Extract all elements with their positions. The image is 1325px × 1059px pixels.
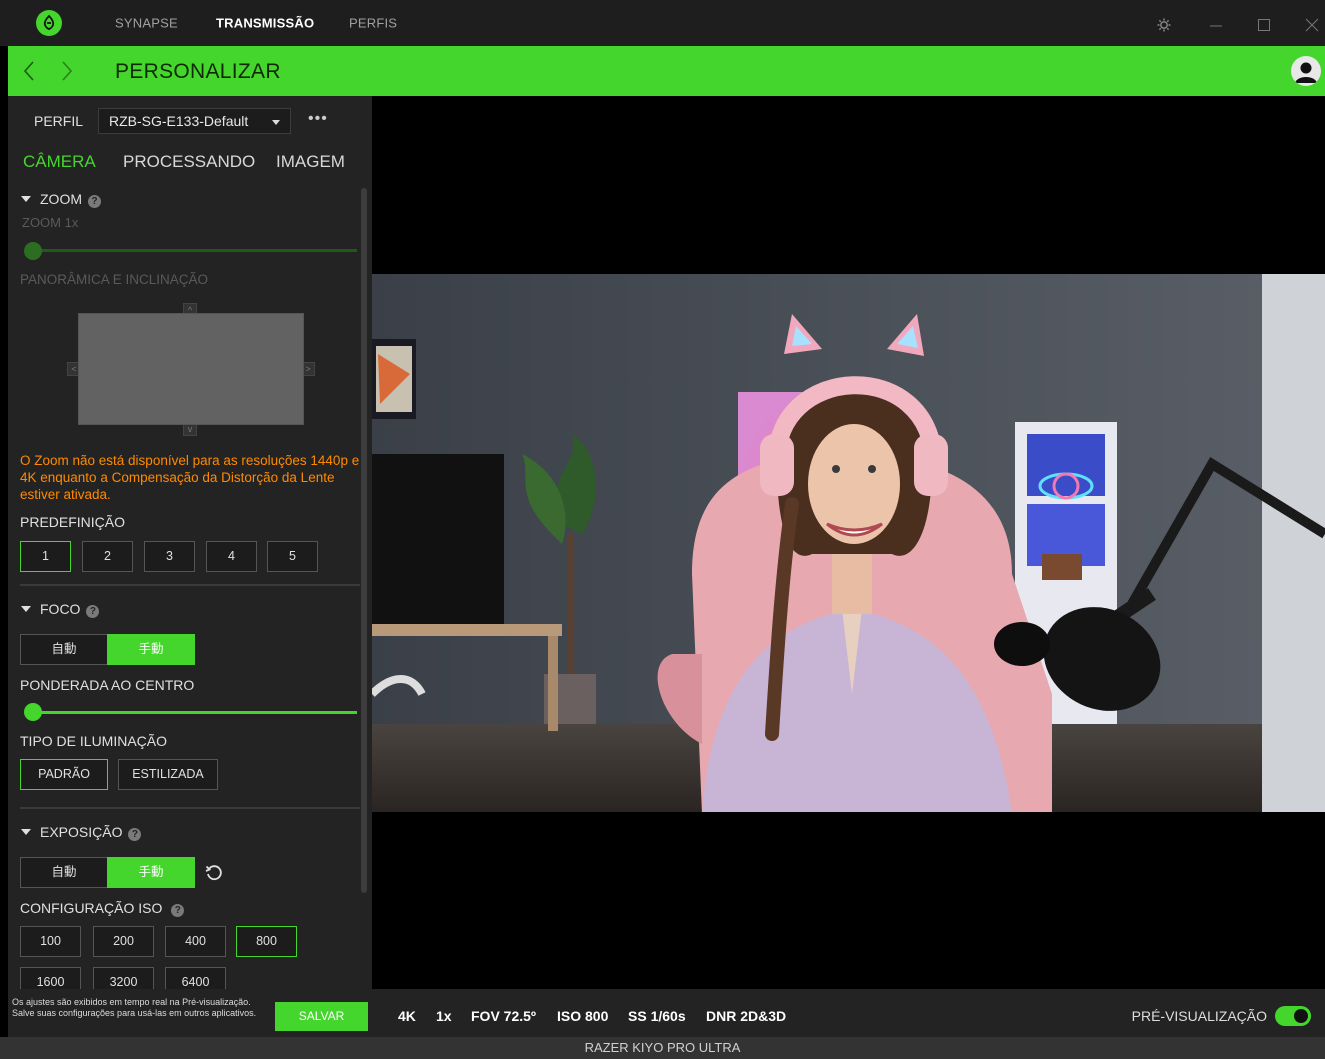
- back-icon[interactable]: [22, 59, 36, 83]
- reset-icon[interactable]: [205, 864, 223, 882]
- center-weighted-label: PONDERADA AO CENTRO: [20, 677, 195, 693]
- iso-button-100[interactable]: 100: [20, 926, 81, 957]
- pan-tilt-label: PANORÂMICA E INCLINAÇÃO: [20, 272, 209, 287]
- razer-logo-icon[interactable]: [36, 10, 62, 36]
- iso-button-6400[interactable]: 6400: [165, 967, 226, 989]
- profile-label: PERFIL: [34, 113, 84, 129]
- help-icon[interactable]: ?: [171, 904, 185, 917]
- status-bar: RAZER KIYO PRO ULTRA: [0, 1037, 1325, 1059]
- focus-auto-button[interactable]: 自動: [20, 634, 108, 665]
- nav-transmissao[interactable]: TRANSMISSÃO: [216, 16, 314, 31]
- divider: [20, 584, 360, 586]
- zoom-section-header[interactable]: ZOOM?: [21, 191, 101, 208]
- tab-processing[interactable]: PROCESSANDO: [123, 152, 255, 172]
- resolution-stat: 4K: [398, 1008, 416, 1024]
- lighting-standard-button[interactable]: PADRÃO: [20, 759, 108, 790]
- sidebar-scrollbar[interactable]: [361, 188, 367, 893]
- iso-button-800[interactable]: 800: [236, 926, 297, 957]
- nav-synapse[interactable]: SYNAPSE: [115, 16, 178, 31]
- device-name: RAZER KIYO PRO ULTRA: [584, 1040, 741, 1055]
- lighting-stylized-button[interactable]: ESTILIZADA: [118, 759, 218, 790]
- preview-toggle[interactable]: [1275, 1006, 1311, 1026]
- pan-tilt-area[interactable]: [78, 313, 304, 425]
- zoom-stat: 1x: [436, 1008, 452, 1024]
- camera-preview: [372, 96, 1325, 989]
- lighting-type-label: TIPO DE ILUMINAÇÃO: [20, 733, 168, 749]
- page-title: PERSONALIZAR: [115, 60, 281, 83]
- settings-sidebar: PERFIL RZB-SG-E133-Default ••• CÂMERA PR…: [8, 96, 372, 989]
- preset-button-2[interactable]: 2: [82, 541, 133, 572]
- title-bar: SYNAPSE TRANSMISSÃO PERFIS: [0, 0, 1325, 46]
- collapse-icon: [21, 196, 31, 202]
- zoom-warning: O Zoom não está disponível para as resol…: [20, 453, 360, 502]
- focus-manual-button[interactable]: 手動: [107, 634, 195, 665]
- close-icon[interactable]: [1304, 18, 1320, 32]
- preview-toggle-label: PRÉ-VISUALIZAÇÃO: [1131, 1008, 1267, 1024]
- focus-title: FOCO: [40, 601, 81, 617]
- profile-dropdown-value: RZB-SG-E133-Default: [109, 113, 249, 129]
- focus-slider-track[interactable]: [26, 711, 357, 714]
- zoom-value-label: ZOOM 1x: [22, 215, 79, 230]
- shutter-stat: SS 1/60s: [628, 1008, 686, 1024]
- focus-slider-knob[interactable]: [24, 703, 42, 721]
- help-icon[interactable]: ?: [86, 605, 100, 618]
- iso-button-1600[interactable]: 1600: [20, 967, 81, 989]
- preset-button-5[interactable]: 5: [267, 541, 318, 572]
- iso-button-3200[interactable]: 3200: [93, 967, 154, 989]
- exposure-manual-button[interactable]: 手動: [107, 857, 195, 888]
- exposure-section-header[interactable]: EXPOSIÇÃO?: [21, 824, 142, 841]
- preset-label: PREDEFINIÇÃO: [20, 514, 126, 530]
- user-icon[interactable]: [1291, 56, 1321, 86]
- zoom-slider-knob[interactable]: [24, 242, 42, 260]
- iso-button-200[interactable]: 200: [93, 926, 154, 957]
- preset-button-4[interactable]: 4: [206, 541, 257, 572]
- zoom-slider-track[interactable]: [26, 249, 357, 252]
- maximize-icon[interactable]: [1256, 18, 1272, 32]
- exposure-title: EXPOSIÇÃO: [40, 824, 123, 840]
- exposure-auto-button[interactable]: 自動: [20, 857, 108, 888]
- camera-feed-image: [372, 274, 1325, 812]
- save-hint-text: Os ajustes são exibidos em tempo real na…: [12, 997, 257, 1018]
- bottom-bar: Os ajustes são exibidos em tempo real na…: [8, 989, 1325, 1037]
- iso-button-400[interactable]: 400: [165, 926, 226, 957]
- help-icon[interactable]: ?: [128, 828, 142, 841]
- page-header: PERSONALIZAR: [8, 46, 1325, 96]
- tab-camera[interactable]: CÂMERA: [23, 152, 96, 172]
- profile-dropdown[interactable]: RZB-SG-E133-Default: [98, 108, 291, 134]
- more-options-button[interactable]: •••: [308, 110, 328, 128]
- iso-label-text: CONFIGURAÇÃO ISO: [20, 900, 163, 916]
- preset-button-1[interactable]: 1: [20, 541, 71, 572]
- zoom-title: ZOOM: [40, 191, 82, 207]
- iso-settings-label: CONFIGURAÇÃO ISO?: [20, 900, 185, 917]
- collapse-icon: [21, 606, 31, 612]
- forward-icon[interactable]: [60, 59, 74, 83]
- minimize-icon[interactable]: [1208, 18, 1224, 32]
- focus-section-header[interactable]: FOCO?: [21, 601, 100, 618]
- preset-button-3[interactable]: 3: [144, 541, 195, 572]
- help-icon[interactable]: ?: [88, 195, 101, 208]
- gear-icon[interactable]: [1156, 18, 1172, 32]
- dnr-stat: DNR 2D&3D: [706, 1008, 787, 1024]
- chevron-down-icon: [272, 120, 280, 125]
- divider: [20, 807, 360, 809]
- nav-perfis[interactable]: PERFIS: [349, 16, 397, 31]
- collapse-icon: [21, 829, 31, 835]
- save-button[interactable]: SALVAR: [275, 1002, 368, 1031]
- iso-stat: ISO 800: [557, 1008, 609, 1024]
- fov-stat: FOV 72.5º: [471, 1008, 537, 1024]
- tab-image[interactable]: IMAGEM: [276, 152, 345, 172]
